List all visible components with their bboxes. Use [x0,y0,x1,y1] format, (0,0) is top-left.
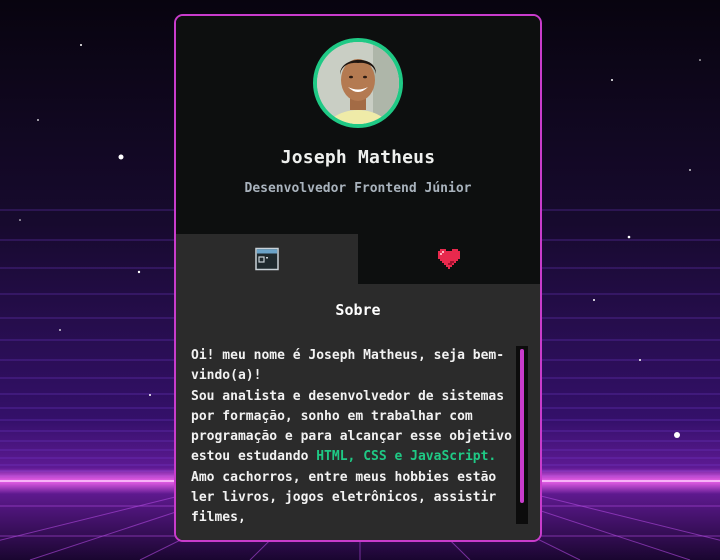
bio-greeting: Oi! meu nome é Joseph Matheus, seja bem-… [191,348,505,384]
heart-icon [438,249,460,269]
bio-paragraph: Sou analista e desenvolvedor de sistemas… [191,387,513,526]
about-title: Sobre [335,301,381,319]
profile-card: Joseph Matheus Desenvolvedor Frontend Jú… [174,14,542,542]
profile-name: Joseph Matheus [280,147,436,168]
tab-favorites[interactable] [358,234,540,284]
avatar-photo [317,42,399,124]
about-text[interactable]: Oi! meu nome é Joseph Matheus, seja bem-… [191,346,513,526]
scrollbar-thumb[interactable] [520,349,524,503]
browser-window-icon [255,247,279,271]
card-tabs [176,234,540,284]
profile-header: Joseph Matheus Desenvolvedor Frontend Jú… [176,16,540,234]
tab-about[interactable] [176,234,358,284]
avatar [313,38,403,128]
bio-hobbies: Amo cachorros, entre meus hobbies estão … [191,469,497,526]
about-panel: Sobre Oi! meu nome é Joseph Matheus, sej… [176,284,540,540]
bio-technologies: HTML, CSS e JavaScript. [316,449,497,465]
profile-role: Desenvolvedor Frontend Júnior [244,181,472,196]
about-scrollbar[interactable] [516,346,528,524]
